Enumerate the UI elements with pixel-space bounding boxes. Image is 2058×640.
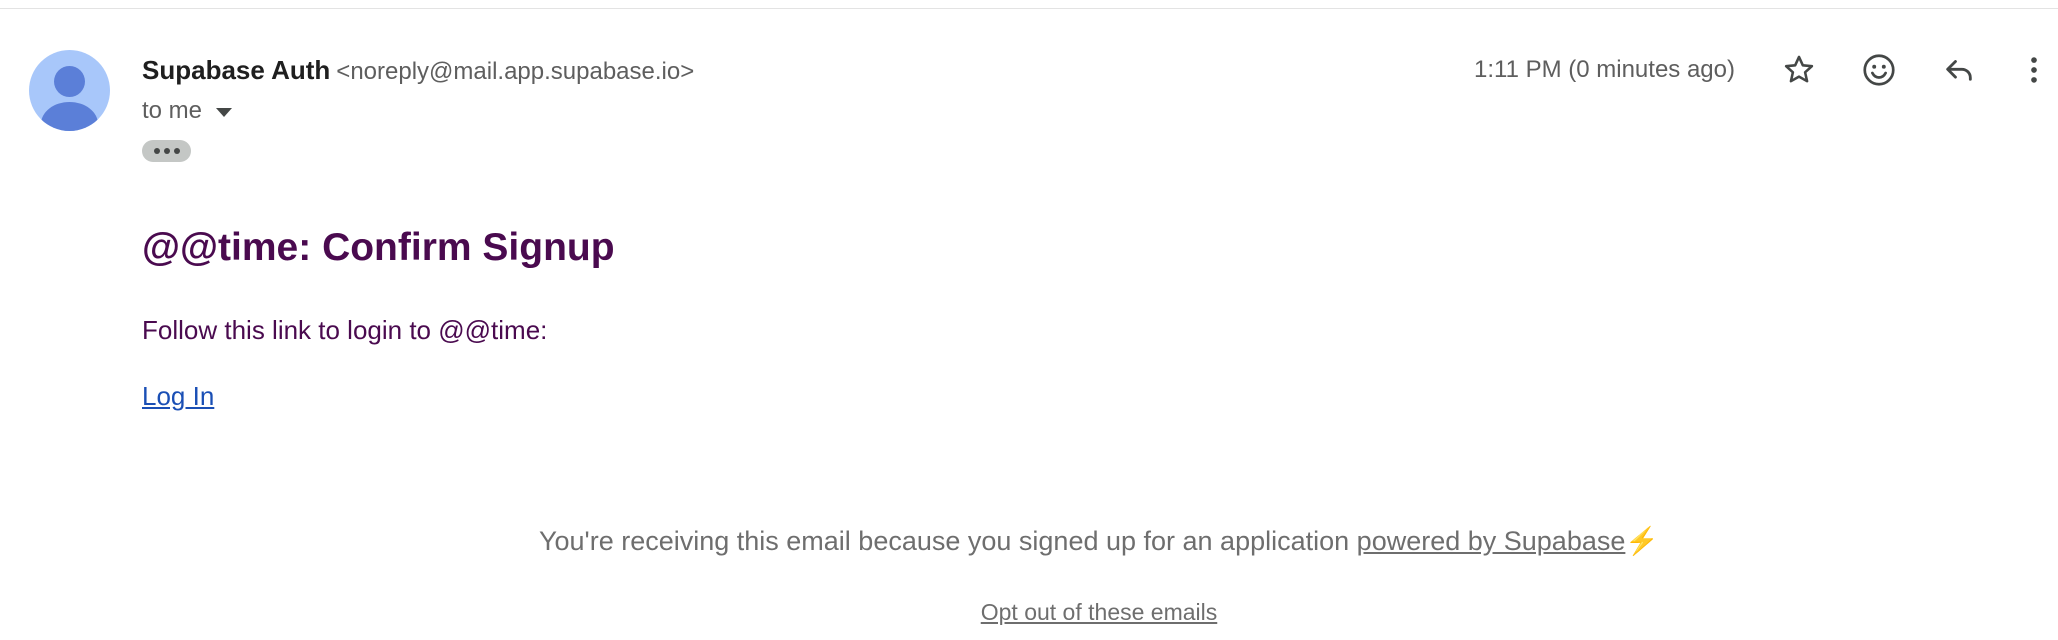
recipient-details-toggle[interactable]: to me (142, 96, 233, 126)
star-icon (1784, 55, 1814, 83)
show-trimmed-content-button[interactable] (142, 140, 191, 162)
emoji-icon (1863, 54, 1895, 86)
opt-out-container: Opt out of these emails (0, 598, 2058, 626)
star-button[interactable] (1779, 50, 1819, 90)
avatar-body (41, 102, 98, 131)
caret-down-icon (216, 107, 233, 117)
more-options-button[interactable] (2014, 50, 2054, 90)
dot (153, 148, 160, 154)
person-avatar-icon (54, 66, 85, 97)
message-timestamp: 1:11 PM (0 minutes ago) (1473, 56, 1735, 83)
lightning-bolt-icon: ⚡ (1625, 526, 1659, 556)
email-body-text: Follow this link to login to @@time: (142, 315, 548, 345)
more-vert-icon (2031, 57, 2037, 83)
recipient-label: to me (142, 97, 203, 124)
reply-icon (1946, 60, 1972, 81)
sender-email: <noreply@mail.app.supabase.io> (336, 58, 695, 85)
top-divider (0, 8, 2058, 9)
reaction-button[interactable] (1859, 50, 1899, 90)
sender-line: Supabase Auth <noreply@mail.app.supabase.… (142, 54, 694, 88)
opt-out-link[interactable]: Opt out of these emails (981, 599, 1218, 625)
dot (163, 148, 170, 154)
footer-notice: You're receiving this email because you … (0, 524, 2058, 558)
reply-button[interactable] (1939, 50, 1979, 90)
dot (173, 148, 180, 154)
log-in-link[interactable]: Log In (142, 380, 214, 412)
sender-name[interactable]: Supabase Auth (142, 55, 330, 85)
footer-notice-text: You're receiving this email because you … (538, 526, 1350, 556)
email-heading: @@time: Confirm Signup (142, 226, 615, 269)
powered-by-supabase-link[interactable]: powered by Supabase (1357, 526, 1626, 556)
sender-avatar[interactable] (29, 50, 110, 131)
